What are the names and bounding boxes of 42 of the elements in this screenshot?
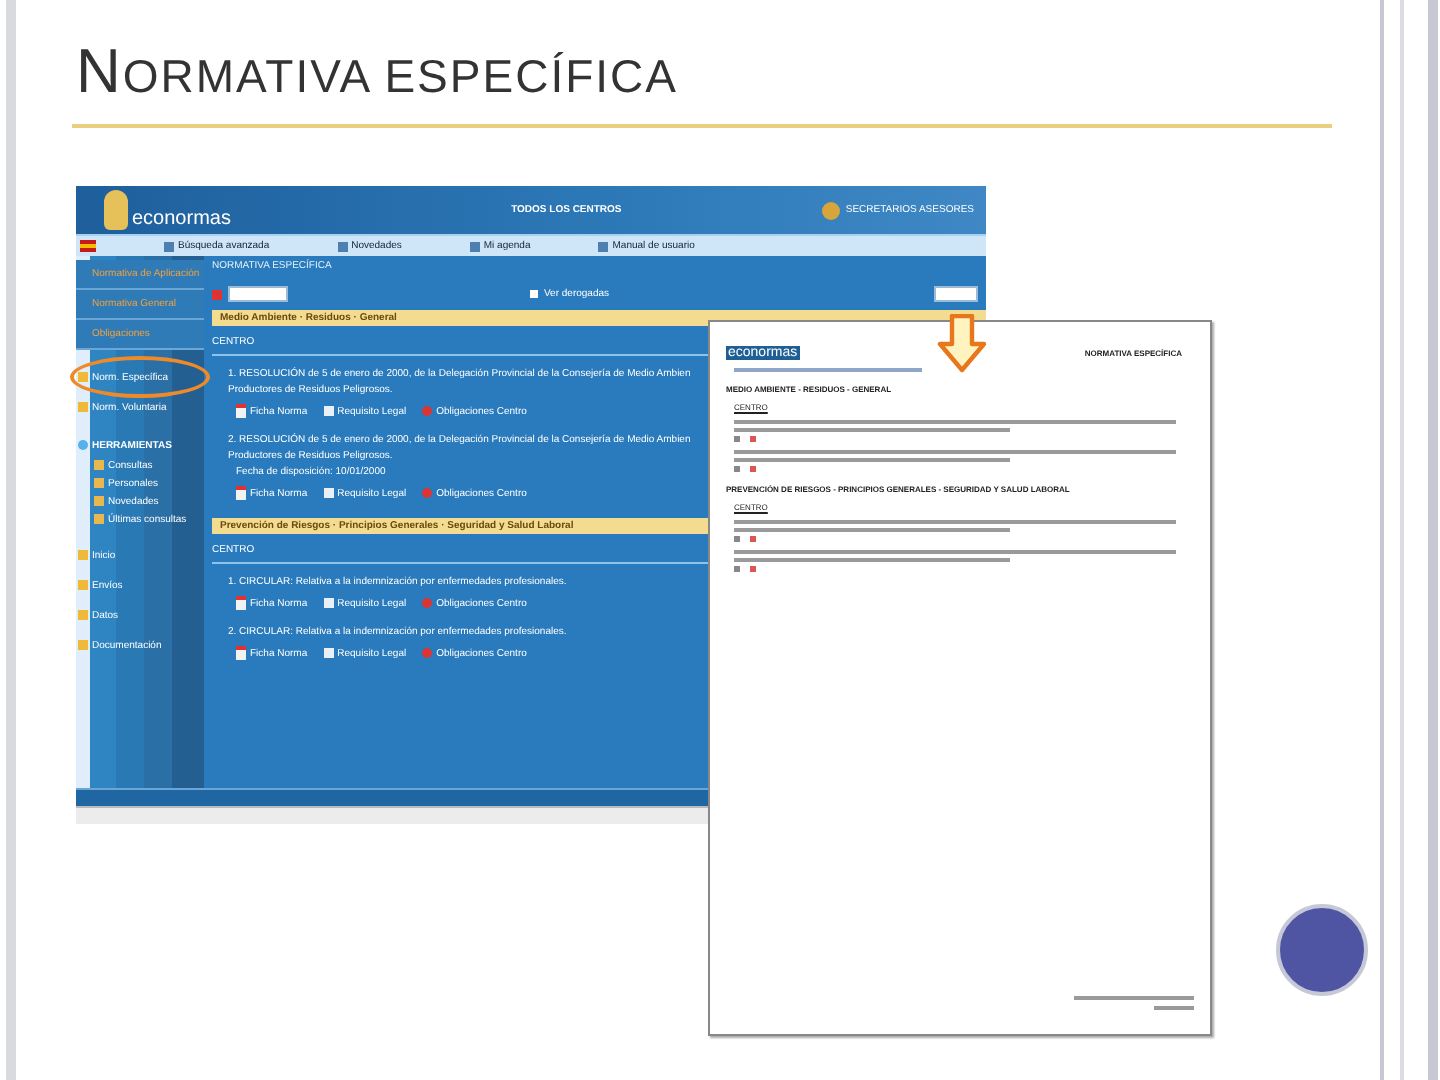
pin-icon <box>422 648 433 658</box>
down-arrow-icon <box>936 314 988 374</box>
form-icon <box>236 404 246 418</box>
folder-icon <box>78 372 88 382</box>
form-icon <box>236 486 246 500</box>
app-logo: econormas <box>132 208 231 230</box>
folder-icon <box>78 640 88 650</box>
figure-icon <box>104 190 128 230</box>
small-icon <box>734 536 740 542</box>
page-icon <box>323 488 334 498</box>
small-icon <box>734 566 740 572</box>
page-icon <box>323 648 334 658</box>
form-icon <box>236 596 246 610</box>
folder-icon <box>78 610 88 620</box>
page-icon <box>323 598 334 608</box>
pin-icon <box>422 598 433 608</box>
emblem-icon <box>821 201 840 219</box>
pin-icon <box>422 488 433 498</box>
search-field[interactable] <box>228 286 288 302</box>
document-icon <box>212 289 222 299</box>
menu-icon <box>164 241 174 251</box>
small-icon <box>750 466 756 472</box>
tools-icon <box>78 440 88 450</box>
checkbox[interactable] <box>530 290 538 298</box>
small-icon <box>734 436 740 442</box>
flag-icon <box>80 240 96 252</box>
slide-title: NORMATIVA ESPECÍFICA <box>76 36 678 108</box>
decorative-circle <box>1276 904 1368 996</box>
page-icon <box>323 406 334 416</box>
menu-icon <box>337 241 348 251</box>
form-icon <box>236 646 246 660</box>
pin-icon <box>422 406 433 416</box>
folder-icon <box>78 402 88 412</box>
folder-icon <box>78 580 88 590</box>
small-icon <box>750 566 756 572</box>
menu-icon <box>469 241 480 251</box>
select-field[interactable] <box>934 286 978 302</box>
small-icon <box>750 536 756 542</box>
folder-icon <box>78 550 88 560</box>
menu-icon <box>598 241 609 251</box>
small-icon <box>734 466 740 472</box>
small-icon <box>750 436 756 442</box>
